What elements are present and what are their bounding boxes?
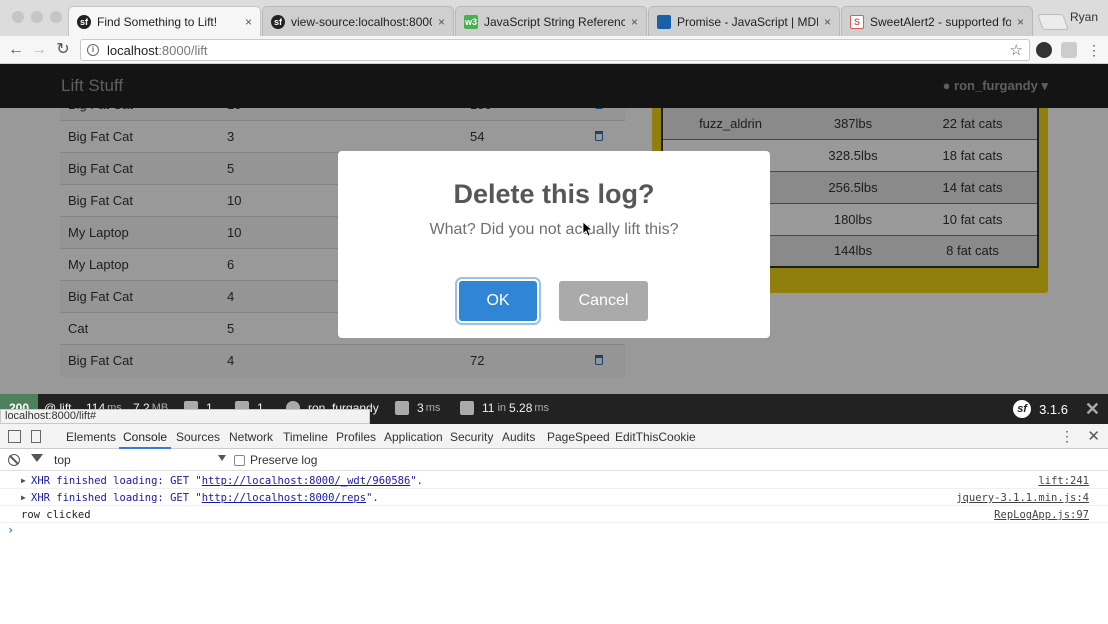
close-window-button[interactable] xyxy=(12,11,24,23)
browser-tab[interactable]: S SweetAlert2 - supported fork × xyxy=(841,6,1033,36)
database-icon xyxy=(460,401,474,415)
mouse-cursor-icon xyxy=(583,222,593,237)
w3schools-icon: w3 xyxy=(464,14,478,29)
dialog-message: What? Did you not actually lift this? xyxy=(429,221,679,238)
tab-title: SweetAlert2 - supported fork xyxy=(870,14,1011,29)
console-output: ▶ XHR finished loading: GET "http://local… xyxy=(0,471,1108,624)
devtools-tab-network[interactable]: Network xyxy=(229,430,273,444)
devtools-tab-security[interactable]: Security xyxy=(450,430,493,444)
console-link[interactable]: http://localhost:8000/_wdt/960586 xyxy=(202,475,411,487)
console-message[interactable]: ▶ XHR finished loading: GET "http://local… xyxy=(0,473,1108,489)
browser-toolbar: ← → ↻ i localhost:8000/lift ☆ ⋮ xyxy=(0,36,1108,64)
preserve-log-toggle[interactable]: Preserve log xyxy=(234,453,317,467)
status-bar-url: localhost:8000/lift# xyxy=(0,409,370,424)
info-icon[interactable]: i xyxy=(87,44,99,56)
twig-icon xyxy=(395,401,409,415)
browser-tab[interactable]: sf Find Something to Lift! × xyxy=(68,6,261,36)
mdn-icon xyxy=(657,14,671,29)
tab-close-icon[interactable]: × xyxy=(245,15,252,29)
tab-title: JavaScript String Reference xyxy=(484,14,625,29)
console-prompt-icon[interactable]: › xyxy=(7,523,14,537)
devtools-tab-pagespeed[interactable]: PageSpeed xyxy=(547,430,610,444)
console-message-text: row clicked xyxy=(21,509,91,521)
close-toolbar-icon[interactable]: ✕ xyxy=(1085,399,1100,420)
symfony-logo-icon: sf xyxy=(1013,400,1032,418)
filter-icon[interactable] xyxy=(31,454,43,462)
tab-close-icon[interactable]: × xyxy=(824,15,831,29)
console-source-link[interactable]: jquery-3.1.1.min.js:4 xyxy=(956,490,1089,506)
reload-icon[interactable]: ↻ xyxy=(53,40,73,60)
console-toolbar: top Preserve log xyxy=(0,449,1108,471)
console-message[interactable]: row clicked RepLogApp.js:97 xyxy=(0,507,1108,523)
devtools-tab-elements[interactable]: Elements xyxy=(66,430,116,444)
symfony-icon: sf xyxy=(271,14,285,29)
minimize-window-button[interactable] xyxy=(31,11,43,23)
console-message[interactable]: ▶ XHR finished loading: GET "http://local… xyxy=(0,490,1108,506)
symfony-icon: sf xyxy=(77,14,91,29)
devtools-tab-profiles[interactable]: Profiles xyxy=(336,430,376,444)
delete-confirm-dialog: Delete this log? What? Did you not actua… xyxy=(338,151,770,338)
browser-tab[interactable]: Promise - JavaScript | MDN × xyxy=(648,6,840,36)
console-source-link[interactable]: RepLogApp.js:97 xyxy=(994,507,1089,523)
back-arrow-icon[interactable]: ← xyxy=(6,40,26,60)
profile-name[interactable]: Ryan xyxy=(1070,10,1098,24)
devtools-tab-bar: Elements Console Sources Network Timeline Pro… xyxy=(0,424,1108,449)
tab-title: Find Something to Lift! xyxy=(97,14,218,29)
dialog-title: Delete this log? xyxy=(453,179,655,209)
dropdown-arrow-icon xyxy=(218,455,226,461)
console-message-text: XHR finished loading: GET "http://localh… xyxy=(31,492,379,504)
tab-title: view-source:localhost:8000/li xyxy=(291,14,432,29)
extension-icon[interactable] xyxy=(1036,42,1052,58)
devtools-tab-timeline[interactable]: Timeline xyxy=(283,430,328,444)
expand-triangle-icon[interactable]: ▶ xyxy=(21,490,26,506)
sweetalert-icon: S xyxy=(850,14,864,29)
preserve-log-checkbox[interactable] xyxy=(234,454,245,466)
devtools-tab-console[interactable]: Console xyxy=(118,430,172,449)
console-source-link[interactable]: lift:241 xyxy=(1038,473,1089,489)
console-link[interactable]: http://localhost:8000/reps xyxy=(202,492,366,504)
extension-icon[interactable] xyxy=(1061,42,1077,58)
browser-tab-strip: sf Find Something to Lift! × sf view-sou… xyxy=(0,0,1108,36)
devtools-tab-editthiscookie[interactable]: EditThisCookie xyxy=(615,430,696,444)
bookmark-star-icon[interactable]: ☆ xyxy=(1010,41,1023,59)
context-select[interactable]: top xyxy=(54,453,226,467)
devtools-tab-application[interactable]: Application xyxy=(384,430,443,444)
device-toolbar-icon[interactable] xyxy=(31,430,41,443)
browser-tab[interactable]: sf view-source:localhost:8000/li × xyxy=(262,6,454,36)
tab-close-icon[interactable]: × xyxy=(438,15,445,29)
url-text[interactable]: localhost:8000/lift xyxy=(107,43,1010,58)
cancel-button[interactable]: Cancel xyxy=(559,281,648,321)
address-bar[interactable]: i localhost:8000/lift ☆ xyxy=(80,39,1030,61)
devtools-close-icon[interactable]: ✕ xyxy=(1087,427,1100,445)
clear-console-icon[interactable] xyxy=(8,454,20,466)
tab-close-icon[interactable]: × xyxy=(631,15,638,29)
tab-close-icon[interactable]: × xyxy=(1017,15,1024,29)
browser-tab[interactable]: w3 JavaScript String Reference × xyxy=(455,6,647,36)
ok-button[interactable]: OK xyxy=(459,281,537,321)
inspect-element-icon[interactable] xyxy=(8,430,21,443)
forward-arrow-icon[interactable]: → xyxy=(29,40,49,60)
devtools-tab-audits[interactable]: Audits xyxy=(502,430,535,444)
devtools-tab-sources[interactable]: Sources xyxy=(176,430,220,444)
chrome-menu-icon[interactable]: ⋮ xyxy=(1084,40,1104,60)
new-tab-button[interactable] xyxy=(1037,14,1069,30)
tab-title: Promise - JavaScript | MDN xyxy=(677,14,818,29)
maximize-window-button[interactable] xyxy=(50,11,62,23)
database-queries[interactable]: 11 in 5.28 ms xyxy=(460,401,549,415)
devtools-menu-icon[interactable]: ⋮ xyxy=(1060,428,1074,445)
twig-time[interactable]: 3 ms xyxy=(395,401,440,415)
symfony-version[interactable]: sf 3.1.6 xyxy=(1013,400,1068,418)
expand-triangle-icon[interactable]: ▶ xyxy=(21,473,26,489)
console-message-text: XHR finished loading: GET "http://localh… xyxy=(31,475,423,487)
